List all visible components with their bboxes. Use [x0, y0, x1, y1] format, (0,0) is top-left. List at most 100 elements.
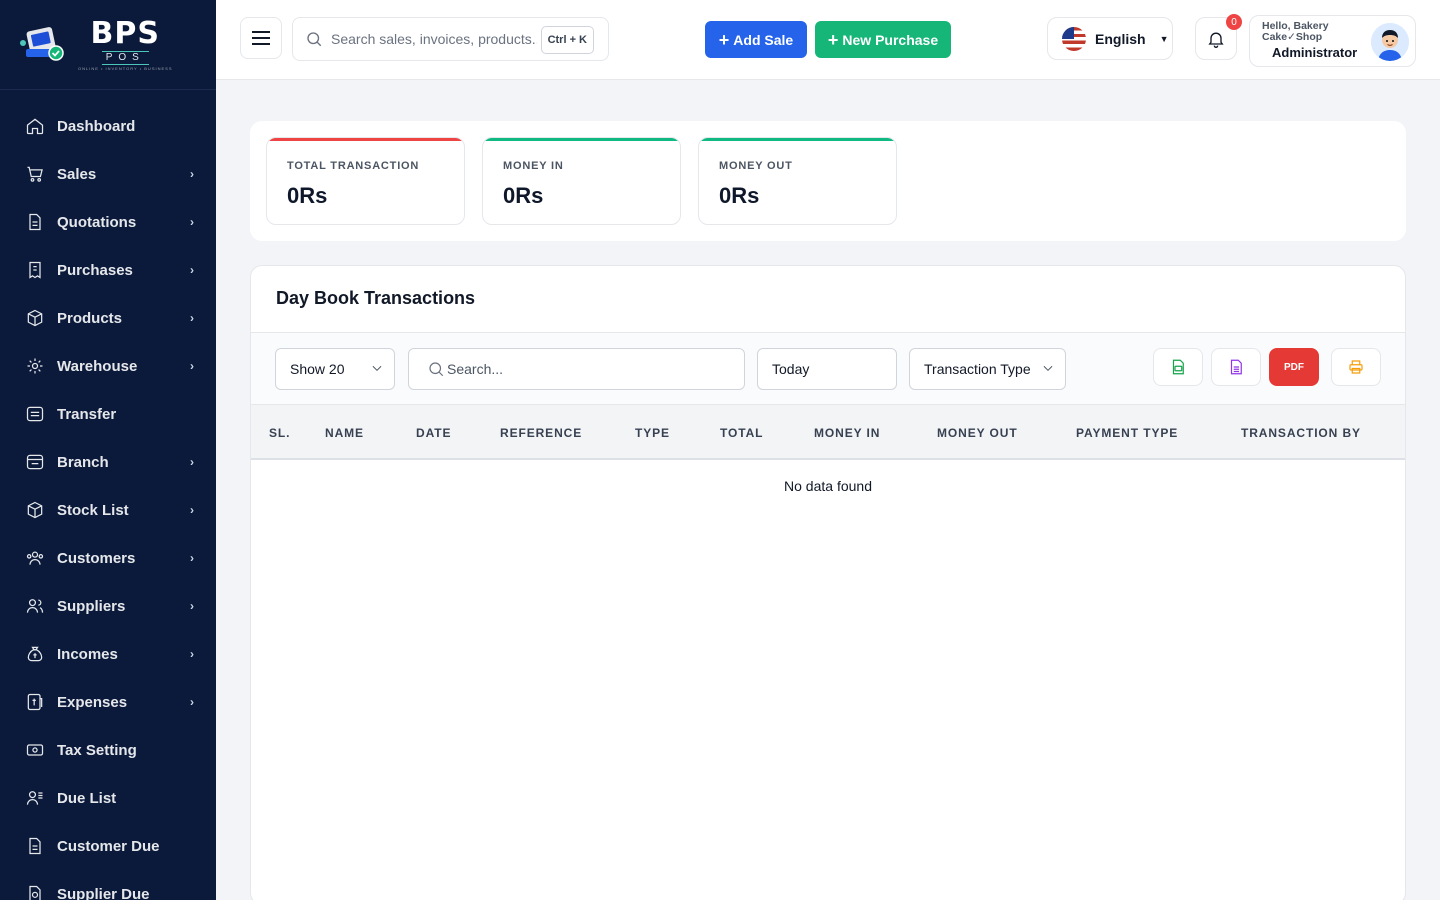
stat-value: 0Rs [503, 183, 544, 208]
cart-icon [25, 164, 45, 184]
pdf-icon: PDF [1284, 361, 1304, 373]
pos-logo-icon [18, 23, 70, 67]
column-header-date[interactable]: DATE [416, 426, 451, 440]
sidebar-item-label: Products [57, 309, 123, 327]
global-search-input[interactable] [331, 31, 537, 47]
sidebar-item-label: Tax Setting [57, 741, 137, 759]
user-menu[interactable]: Hello, Bakery Cake✓Shop Administrator [1249, 15, 1416, 67]
table-search-input[interactable] [447, 361, 727, 377]
us-flag-icon [1062, 26, 1086, 51]
chevron-right-icon: › [190, 503, 194, 517]
sidebar-item-label: Quotations [57, 213, 137, 231]
customers-icon [25, 548, 45, 568]
warehouse-icon [25, 356, 45, 376]
sidebar-item-sales[interactable]: Sales › [0, 150, 216, 198]
brand-tagline: ONLINE • INVENTORY • BUSINESS [78, 65, 173, 71]
column-header-name[interactable]: NAME [325, 426, 364, 440]
page-size-value: Show 20 [290, 361, 345, 377]
stat-value: 0Rs [719, 183, 760, 208]
notifications-button[interactable]: 0 [1195, 14, 1242, 60]
sidebar-item-products[interactable]: Products › [0, 294, 216, 342]
add-sale-button[interactable]: + Add Sale [705, 21, 807, 58]
new-purchase-button[interactable]: + New Purchase [815, 21, 951, 58]
chevron-right-icon: › [190, 551, 194, 565]
language-selector[interactable]: English ▼ [1047, 17, 1173, 60]
new-purchase-label: New Purchase [842, 31, 939, 48]
sidebar-item-label: Warehouse [57, 357, 138, 375]
sidebar-nav: Dashboard Sales › Quotations › Purchases… [0, 90, 216, 900]
expense-icon [25, 692, 45, 712]
column-header-sl[interactable]: SL. [269, 426, 290, 440]
sidebar: BPS POS ONLINE • INVENTORY • BUSINESS Da… [0, 0, 216, 900]
sidebar-item-label: Suppliers [57, 597, 126, 615]
global-search[interactable]: Ctrl + K [292, 17, 609, 61]
excel-icon [1230, 359, 1242, 375]
sidebar-item-label: Purchases [57, 261, 133, 279]
sidebar-item-supplier-due[interactable]: Supplier Due [0, 870, 216, 900]
column-header-type[interactable]: TYPE [635, 426, 670, 440]
chevron-right-icon: › [190, 311, 194, 325]
export-excel-button[interactable] [1211, 348, 1261, 386]
panel-title: Day Book Transactions [276, 288, 476, 308]
sidebar-item-expenses[interactable]: Expenses › [0, 678, 216, 726]
language-label: English [1095, 30, 1146, 47]
chevron-right-icon: › [190, 647, 194, 661]
sidebar-item-dashboard[interactable]: Dashboard [0, 102, 216, 150]
stat-value: 0Rs [287, 183, 328, 208]
chevron-down-icon [1041, 361, 1053, 373]
tax-icon [25, 740, 45, 760]
caret-down-icon: ▼ [1159, 33, 1169, 44]
print-button[interactable] [1331, 348, 1381, 386]
sidebar-item-due-list[interactable]: Due List [0, 774, 216, 822]
column-header-money-out[interactable]: MONEY OUT [937, 426, 1018, 440]
menu-toggle-button[interactable] [240, 17, 282, 59]
sidebar-item-suppliers[interactable]: Suppliers › [0, 582, 216, 630]
stat-card-money-in: MONEY IN 0Rs [482, 137, 681, 225]
export-pdf-button[interactable]: PDF [1269, 348, 1319, 386]
sidebar-item-tax-setting[interactable]: Tax Setting [0, 726, 216, 774]
brand-sub: POS [101, 50, 149, 65]
due-list-icon [25, 788, 45, 808]
page-size-select[interactable]: Show 20 [275, 348, 395, 390]
column-header-total[interactable]: TOTAL [720, 426, 763, 440]
supplier-due-icon [25, 884, 45, 900]
brand-logo[interactable]: BPS POS ONLINE • INVENTORY • BUSINESS [0, 0, 216, 90]
sidebar-item-label: Expenses [57, 693, 128, 711]
chevron-right-icon: › [190, 215, 194, 229]
sidebar-item-quotations[interactable]: Quotations › [0, 198, 216, 246]
chevron-right-icon: › [190, 359, 194, 373]
stat-title: TOTAL TRANSACTION [287, 160, 420, 172]
sidebar-item-label: Stock List [57, 501, 129, 519]
transaction-type-value: Transaction Type [924, 361, 1031, 377]
sidebar-item-branch[interactable]: Branch › [0, 438, 216, 486]
transaction-type-select[interactable]: Transaction Type [909, 348, 1066, 390]
sidebar-item-warehouse[interactable]: Warehouse › [0, 342, 216, 390]
sidebar-item-label: Sales [57, 165, 97, 183]
top-header: Ctrl + K + Add Sale + New Purchase Engli… [216, 0, 1440, 80]
sidebar-item-label: Customer Due [57, 837, 160, 855]
customer-due-icon [25, 836, 45, 856]
table-search[interactable] [408, 348, 745, 390]
transfer-icon [25, 404, 45, 424]
sidebar-item-label: Supplier Due [57, 885, 150, 900]
export-csv-button[interactable] [1153, 348, 1203, 386]
column-header-payment-type[interactable]: PAYMENT TYPE [1076, 426, 1178, 440]
date-filter[interactable]: Today [757, 348, 897, 390]
sidebar-item-purchases[interactable]: Purchases › [0, 246, 216, 294]
sidebar-item-transfer[interactable]: Transfer [0, 390, 216, 438]
sidebar-item-stock-list[interactable]: Stock List › [0, 486, 216, 534]
column-header-money-in[interactable]: MONEY IN [814, 426, 880, 440]
sidebar-item-incomes[interactable]: Incomes › [0, 630, 216, 678]
sidebar-item-customers[interactable]: Customers › [0, 534, 216, 582]
empty-state-text: No data found [784, 478, 872, 494]
column-header-transaction-by[interactable]: TRANSACTION BY [1241, 426, 1361, 440]
column-header-reference[interactable]: REFERENCE [500, 426, 582, 440]
stat-title: MONEY OUT [719, 160, 793, 172]
sidebar-item-customer-due[interactable]: Customer Due [0, 822, 216, 870]
sidebar-item-label: Transfer [57, 405, 117, 423]
user-role: Administrator [1272, 45, 1358, 60]
chevron-right-icon: › [190, 167, 194, 181]
sidebar-item-label: Dashboard [57, 117, 136, 135]
sidebar-item-label: Incomes [57, 645, 118, 663]
brand-name: BPS [90, 15, 160, 51]
